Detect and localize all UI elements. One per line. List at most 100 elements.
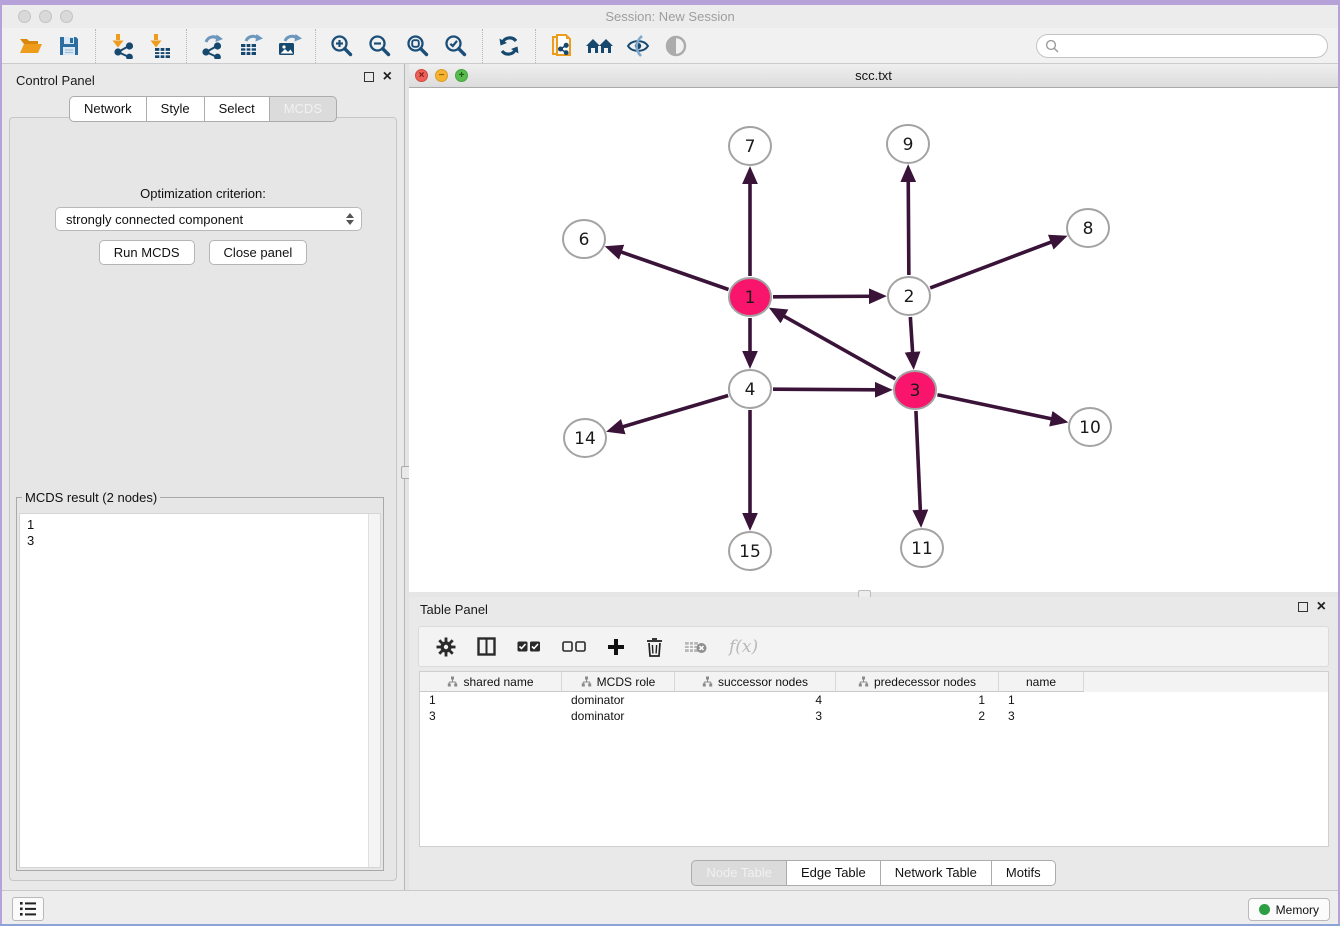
- open-file-button[interactable]: [12, 30, 50, 62]
- column-header-successor-nodes[interactable]: successor nodes: [675, 672, 836, 692]
- edge-1-2[interactable]: [773, 296, 871, 297]
- network-canvas[interactable]: 7968124314101511: [409, 88, 1338, 592]
- clone-network-button[interactable]: [543, 30, 581, 62]
- cell-predecessor-nodes: 2: [836, 708, 999, 724]
- control-panel-tabs: NetworkStyleSelectMCDS: [2, 96, 404, 122]
- search-icon: [1045, 39, 1059, 53]
- zoom-out-icon: [368, 34, 392, 58]
- float-panel-icon[interactable]: [364, 72, 374, 82]
- cell-mcds-role: dominator: [562, 692, 675, 708]
- close-panel-button[interactable]: Close panel: [209, 240, 308, 265]
- edge-3-11[interactable]: [916, 411, 920, 512]
- clone-network-icon: [549, 32, 575, 60]
- table-tab-network-table[interactable]: Network Table: [880, 860, 992, 886]
- table-row[interactable]: 1dominator411: [420, 692, 1328, 708]
- control-panel: Control Panel × NetworkStyleSelectMCDS O…: [2, 64, 404, 890]
- mcds-result-legend: MCDS result (2 nodes): [22, 490, 160, 505]
- network-graph: 7968124314101511: [409, 88, 1338, 592]
- houses-icon: [585, 34, 615, 58]
- network-view-window: × − + scc.txt 7968124314101511: [409, 64, 1338, 592]
- status-bar: Memory: [2, 890, 1338, 924]
- import-network-button[interactable]: [103, 30, 141, 62]
- node-label-15: 15: [739, 542, 761, 562]
- edge-2-3[interactable]: [910, 317, 912, 354]
- edge-3-1[interactable]: [783, 315, 896, 379]
- plus-icon: [607, 638, 625, 656]
- node-label-3: 3: [910, 381, 921, 401]
- deselect-all-icon: [562, 641, 586, 652]
- zoom-in-button[interactable]: [323, 30, 361, 62]
- tab-mcds[interactable]: MCDS: [269, 96, 337, 122]
- run-mcds-button[interactable]: Run MCDS: [99, 240, 195, 265]
- refresh-icon: [497, 34, 521, 58]
- task-history-button[interactable]: [12, 897, 44, 921]
- column-header-name[interactable]: name: [999, 672, 1084, 692]
- node-table[interactable]: shared nameMCDS rolesuccessor nodesprede…: [419, 671, 1329, 847]
- eye-disabled-icon: [664, 34, 688, 58]
- network-window-titlebar: × − + scc.txt: [409, 64, 1338, 88]
- mcds-result-line: 3: [27, 533, 380, 549]
- cell-successor-nodes: 4: [675, 692, 836, 708]
- criterion-dropdown[interactable]: strongly connected component: [55, 207, 362, 231]
- edge-3-10[interactable]: [937, 395, 1053, 419]
- export-table-icon: [238, 33, 265, 59]
- mcds-result-list[interactable]: 13: [19, 513, 381, 868]
- edge-4-14[interactable]: [621, 395, 728, 427]
- export-image-button[interactable]: [270, 30, 308, 62]
- eye-slash-icon: [625, 34, 651, 58]
- export-network-button[interactable]: [194, 30, 232, 62]
- tab-select[interactable]: Select: [204, 96, 270, 122]
- column-header-predecessor-nodes[interactable]: predecessor nodes: [836, 672, 999, 692]
- zoom-fit-button[interactable]: [399, 30, 437, 62]
- refresh-button[interactable]: [490, 30, 528, 62]
- split-view-button[interactable]: [477, 637, 496, 656]
- table-body: 1dominator4113dominator323: [420, 692, 1328, 724]
- edge-4-3[interactable]: [773, 389, 877, 390]
- table-tab-edge-table[interactable]: Edge Table: [786, 860, 881, 886]
- memory-label: Memory: [1276, 903, 1319, 917]
- table-panel-title: Table Panel: [420, 602, 488, 617]
- node-label-10: 10: [1079, 418, 1101, 438]
- zoom-out-button[interactable]: [361, 30, 399, 62]
- table-tab-motifs[interactable]: Motifs: [991, 860, 1056, 886]
- memory-status-icon: [1259, 904, 1270, 915]
- cell-predecessor-nodes: 1: [836, 692, 999, 708]
- hide-selected-button[interactable]: [619, 30, 657, 62]
- cell-name: 3: [999, 708, 1084, 724]
- export-image-icon: [276, 33, 303, 59]
- close-table-panel-icon[interactable]: ×: [1317, 602, 1326, 612]
- cell-successor-nodes: 3: [675, 708, 836, 724]
- edge-1-6[interactable]: [620, 251, 729, 289]
- node-label-4: 4: [745, 380, 756, 400]
- delete-column-button[interactable]: [646, 637, 663, 657]
- column-header-mcds-role[interactable]: MCDS role: [562, 672, 675, 692]
- toolbar-separator: [535, 29, 536, 63]
- import-table-button[interactable]: [141, 30, 179, 62]
- float-table-panel-icon[interactable]: [1298, 602, 1308, 612]
- table-toolbar: f(x): [418, 626, 1329, 667]
- zoom-selected-button[interactable]: [437, 30, 475, 62]
- column-header-shared-name[interactable]: shared name: [420, 672, 562, 692]
- tab-style[interactable]: Style: [146, 96, 205, 122]
- table-row[interactable]: 3dominator323: [420, 708, 1328, 724]
- memory-button[interactable]: Memory: [1248, 898, 1330, 921]
- edge-2-9[interactable]: [908, 180, 909, 275]
- result-scrollbar[interactable]: [368, 514, 380, 867]
- tab-network[interactable]: Network: [69, 96, 147, 122]
- edge-2-8[interactable]: [930, 241, 1053, 288]
- hierarchy-icon: [447, 676, 458, 687]
- table-tab-node-table[interactable]: Node Table: [691, 860, 787, 886]
- node-label-14: 14: [574, 429, 596, 449]
- add-column-button[interactable]: [607, 638, 625, 656]
- export-table-button[interactable]: [232, 30, 270, 62]
- select-all-button[interactable]: [517, 641, 541, 652]
- node-label-11: 11: [911, 539, 933, 559]
- search-input[interactable]: [1036, 34, 1328, 58]
- deselect-all-button[interactable]: [562, 641, 586, 652]
- save-session-button[interactable]: [50, 30, 88, 62]
- first-neighbors-button[interactable]: [581, 30, 619, 62]
- show-all-button[interactable]: [657, 30, 695, 62]
- close-panel-icon[interactable]: ×: [383, 72, 392, 82]
- criterion-dropdown-value: strongly connected component: [66, 212, 243, 227]
- table-settings-button[interactable]: [436, 637, 456, 657]
